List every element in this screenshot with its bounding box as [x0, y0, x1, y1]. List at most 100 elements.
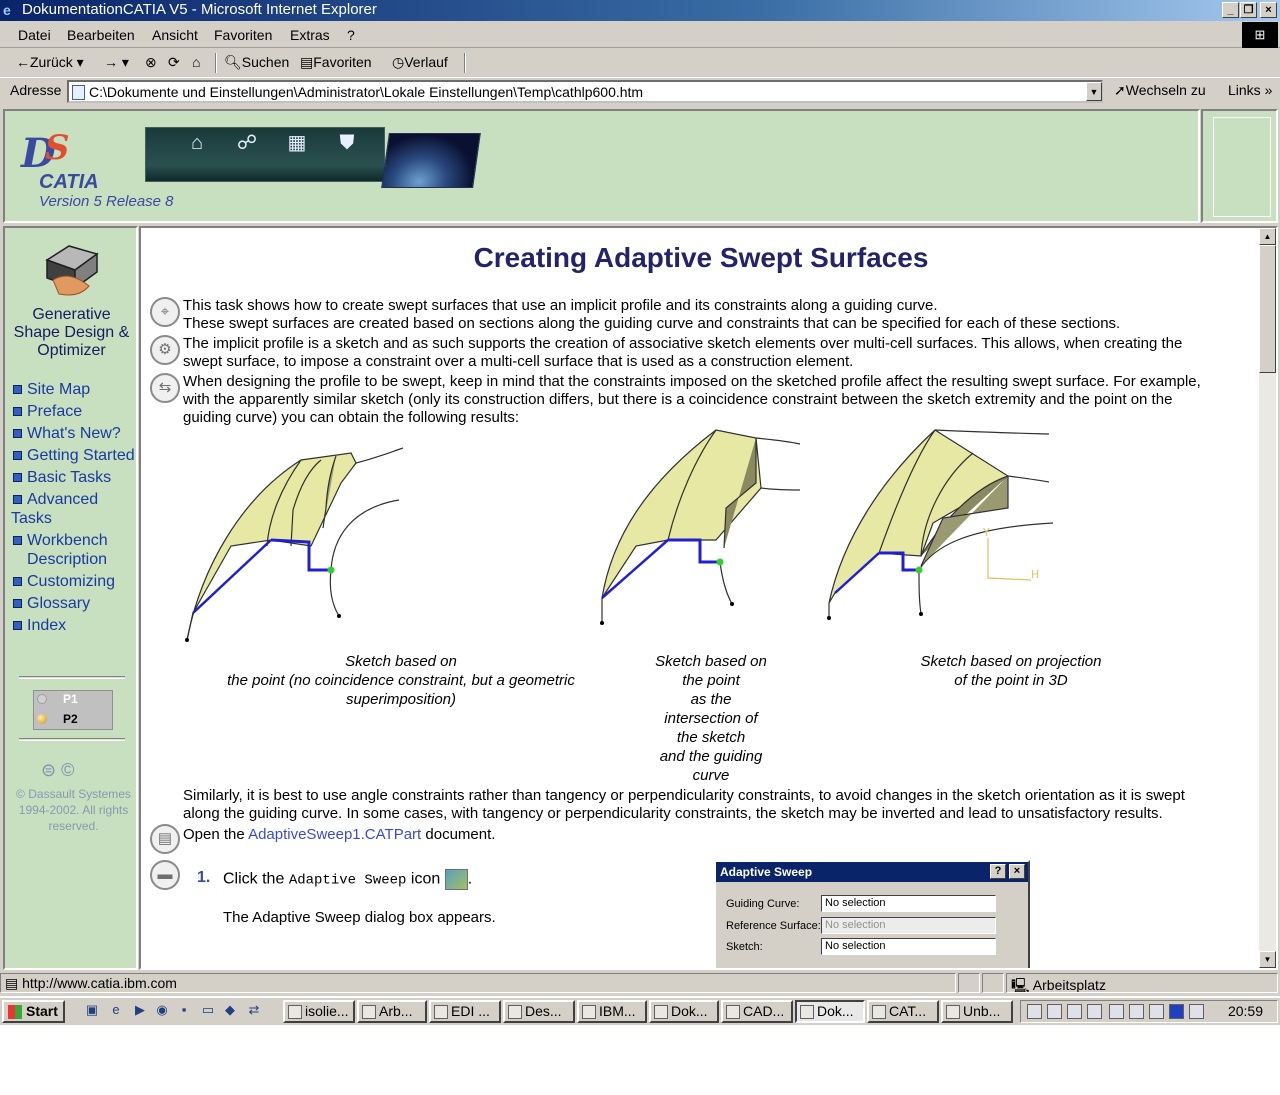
- earth-image: [381, 133, 481, 188]
- nav-basic-tasks[interactable]: Basic Tasks: [11, 468, 136, 487]
- nav-workbench-description[interactable]: Workbench Description: [11, 531, 136, 569]
- nav-index[interactable]: Index: [11, 616, 136, 635]
- home-icon[interactable]: ⌂: [192, 54, 200, 70]
- refresh-icon[interactable]: ⟳: [168, 54, 180, 71]
- task-cad[interactable]: CAD...: [721, 1000, 793, 1023]
- scroll-down-icon[interactable]: ▼: [1259, 951, 1276, 968]
- close-button[interactable]: ×: [1260, 2, 1277, 18]
- tray-network-icon[interactable]: [1149, 1004, 1164, 1019]
- p1-radio-icon[interactable]: [37, 694, 47, 704]
- dialog-close-button[interactable]: ×: [1009, 864, 1025, 879]
- home-icon[interactable]: ⌂: [185, 131, 209, 155]
- nav-whats-new[interactable]: What's New?: [11, 424, 136, 443]
- minimize-button[interactable]: _: [1222, 2, 1239, 18]
- p1-label[interactable]: P1: [63, 692, 78, 706]
- quicklaunch-terminal-icon[interactable]: ▪: [176, 1002, 192, 1018]
- menu-help[interactable]: ?: [347, 27, 355, 43]
- tip-icon: ⇆: [150, 373, 180, 403]
- quicklaunch-media-icon[interactable]: ▶: [132, 1002, 148, 1018]
- nav-preface[interactable]: Preface: [11, 402, 136, 421]
- task-arb[interactable]: Arb...: [357, 1000, 427, 1023]
- tray-app-icon[interactable]: [1047, 1004, 1062, 1019]
- intro-paragraph: This task shows how to create swept surf…: [183, 297, 1121, 332]
- go-arrow-icon: ➚: [1114, 82, 1126, 98]
- dialog-help-button[interactable]: ?: [990, 864, 1006, 879]
- stop-icon[interactable]: ⊗: [145, 54, 157, 71]
- adaptive-sweep-icon[interactable]: [444, 869, 468, 890]
- address-dropdown-button[interactable]: ▼: [1086, 82, 1102, 101]
- status-url: ▤ http://www.catia.ibm.com: [0, 973, 956, 993]
- index-icon[interactable]: ▦: [285, 131, 309, 155]
- vertical-scrollbar[interactable]: ▲ ▼: [1259, 228, 1276, 968]
- tray-volume-icon[interactable]: [1087, 1004, 1102, 1019]
- quicklaunch-browser-icon[interactable]: ◉: [154, 1002, 170, 1018]
- p2-radio-icon[interactable]: [37, 714, 47, 724]
- task-dok-1[interactable]: Dok...: [649, 1000, 719, 1023]
- menu-extras[interactable]: Extras: [290, 27, 330, 43]
- tray-app-icon[interactable]: [1189, 1004, 1204, 1019]
- forward-button[interactable]: → ▾: [104, 54, 129, 71]
- search-button[interactable]: 🔍︎Suchen: [224, 54, 289, 71]
- step-description: The Adaptive Sweep dialog box appears.: [223, 909, 496, 926]
- status-bar: ▤ http://www.catia.ibm.com 🖳︎ Arbeitspla…: [0, 971, 1280, 995]
- nav-glossary[interactable]: Glossary: [11, 594, 136, 613]
- p2-label[interactable]: P2: [63, 712, 78, 726]
- menu-bearbeiten[interactable]: Bearbeiten: [67, 27, 135, 43]
- nav-getting-started[interactable]: Getting Started: [11, 446, 136, 465]
- go-button[interactable]: ➚Wechseln zu: [1114, 82, 1206, 99]
- maximize-button[interactable]: ❐: [1240, 2, 1257, 18]
- guiding-curve-field[interactable]: No selection: [821, 895, 996, 912]
- task-dok-active[interactable]: Dok...: [795, 1000, 865, 1023]
- guiding-curve-label: Guiding Curve:: [726, 898, 800, 910]
- task-des[interactable]: Des...: [503, 1000, 575, 1023]
- h-axis-label: H: [1031, 568, 1039, 581]
- quicklaunch-messenger-icon[interactable]: ◆: [222, 1002, 238, 1018]
- tray-app-icon[interactable]: [1109, 1004, 1124, 1019]
- tray-app-icon[interactable]: [1067, 1004, 1082, 1019]
- product-icon[interactable]: [39, 240, 105, 302]
- step-instruction: Click the Adaptive Sweep icon .: [223, 869, 473, 890]
- content-frame: Creating Adaptive Swept Surfaces ⌖ This …: [139, 226, 1278, 970]
- task-isolie[interactable]: isolie...: [283, 1000, 355, 1023]
- document-link[interactable]: AdaptiveSweep1.CATPart: [248, 826, 421, 843]
- sketch-field[interactable]: No selection: [821, 938, 996, 955]
- back-arrow-icon: ←: [16, 54, 30, 70]
- nav-advanced-tasks[interactable]: Advanced Tasks: [11, 490, 136, 528]
- bookmark-icon[interactable]: ⛊: [335, 131, 359, 155]
- bullet-icon: [13, 385, 22, 394]
- quicklaunch-computer-icon[interactable]: ▭: [200, 1002, 216, 1018]
- quicklaunch-network-icon[interactable]: ⇄: [246, 1002, 262, 1018]
- nav-site-map[interactable]: Site Map: [11, 380, 136, 399]
- tray-language-icon[interactable]: [1169, 1004, 1184, 1019]
- history-icon: ◷: [392, 54, 405, 70]
- scroll-up-icon[interactable]: ▲: [1259, 228, 1276, 245]
- task-cat[interactable]: CAT...: [867, 1000, 939, 1023]
- menu-datei[interactable]: Datei: [18, 27, 51, 43]
- tray-monitor-icon[interactable]: [1129, 1004, 1144, 1019]
- menu-favoriten[interactable]: Favoriten: [214, 27, 272, 43]
- back-button[interactable]: ←Zurück ▾: [16, 54, 84, 71]
- history-button[interactable]: ◷Verlauf: [392, 54, 448, 71]
- ie-icon: e: [3, 2, 11, 18]
- task-ibm[interactable]: IBM...: [577, 1000, 647, 1023]
- menu-ansicht[interactable]: Ansicht: [152, 27, 198, 43]
- quicklaunch-desktop-icon[interactable]: ▣: [84, 1002, 100, 1018]
- quicklaunch-ie-icon[interactable]: e: [108, 1002, 124, 1018]
- tray-network-icon[interactable]: [1027, 1004, 1042, 1019]
- bullet-icon: [13, 621, 22, 630]
- window-title: DokumentationCATIA V5 - Microsoft Intern…: [22, 1, 377, 18]
- binoculars-icon[interactable]: ☍: [235, 131, 259, 155]
- favorites-button[interactable]: ▤Favoriten: [300, 54, 372, 71]
- nav-customizing[interactable]: Customizing: [11, 572, 136, 591]
- catia-icon: [872, 1005, 886, 1019]
- task-edi[interactable]: EDI ...: [429, 1000, 501, 1023]
- start-button[interactable]: Start: [2, 1000, 65, 1023]
- links-button[interactable]: Links »: [1228, 82, 1272, 98]
- scroll-thumb[interactable]: [1259, 245, 1276, 373]
- open-document-icon: ▤: [150, 824, 180, 854]
- page-icon: ▤: [5, 975, 23, 991]
- address-input[interactable]: C:\Dokumente und Einstellungen\Administr…: [67, 80, 1103, 103]
- reference-surface-field[interactable]: No selection: [821, 917, 996, 934]
- task-unb[interactable]: Unb...: [941, 1000, 1013, 1023]
- bullet-icon: [13, 495, 22, 504]
